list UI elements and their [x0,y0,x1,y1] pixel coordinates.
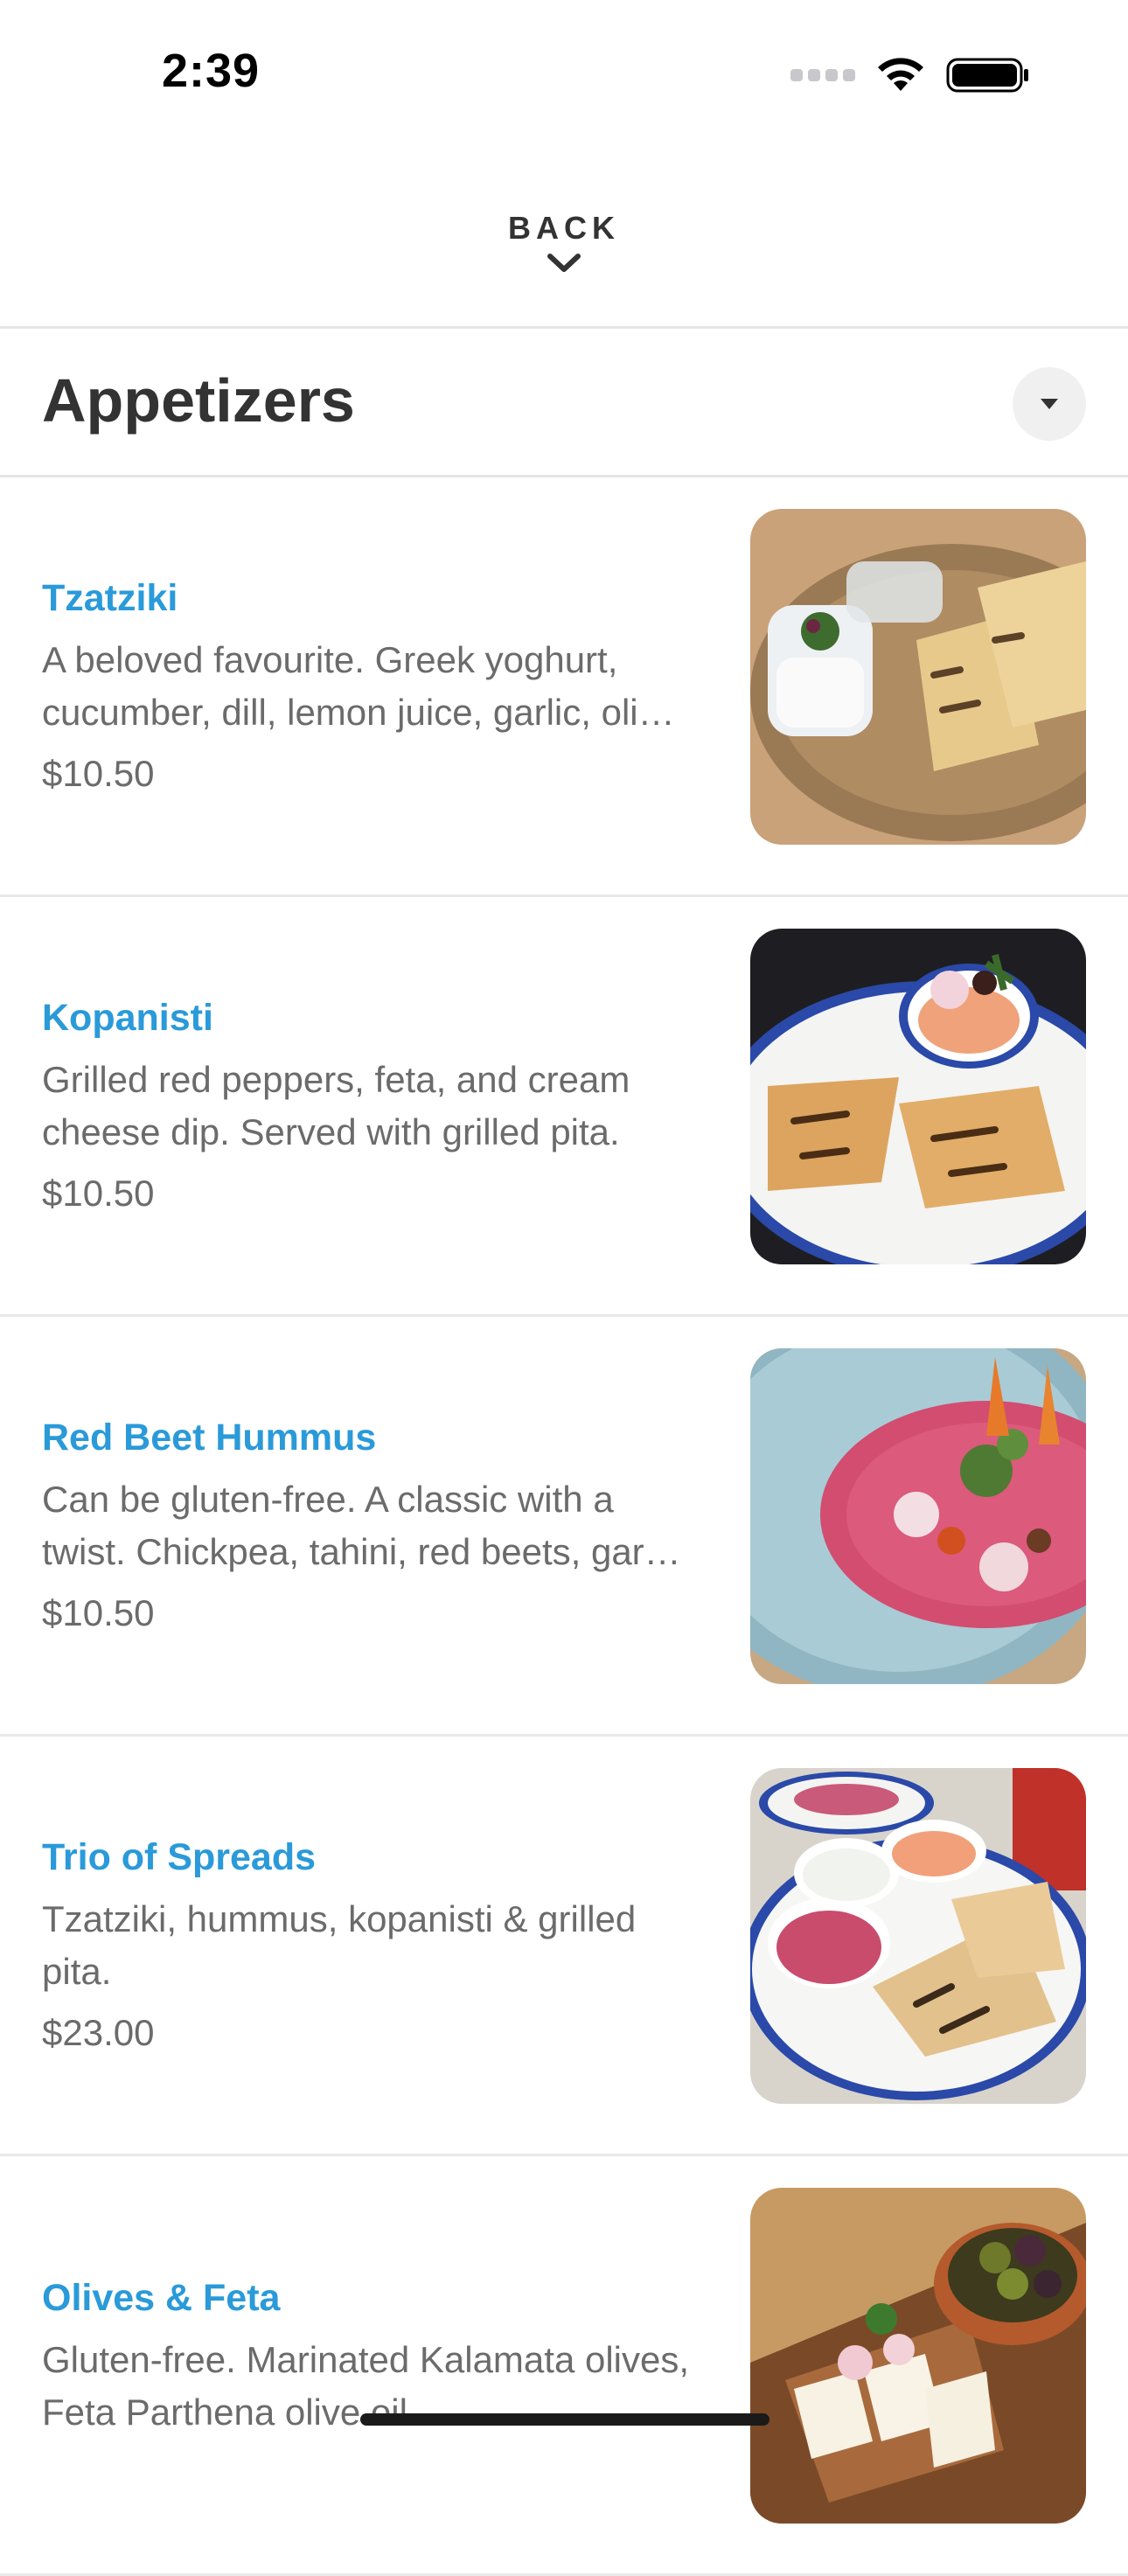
menu-item-photo[interactable] [750,1348,1086,1684]
section-header: Appetizers [0,329,1128,477]
menu-item[interactable]: Kopanisti Grilled red peppers, feta, and… [0,897,1128,1317]
home-indicator[interactable] [360,2413,769,2426]
menu-item-text: Kopanisti Grilled red peppers, feta, and… [42,897,707,1314]
menu-item-price: $10.50 [42,1173,155,1214]
status-bar: 2:39 [0,0,1128,149]
caret-down-icon [1041,399,1058,409]
menu-item-text: Trio of Spreads Tzatziki, hummus, kopani… [42,1737,707,2154]
battery-icon [946,58,1028,93]
back-button[interactable]: BACK [0,175,1128,329]
menu-item-photo[interactable] [750,929,1086,1264]
menu-item[interactable]: Trio of Spreads Tzatziki, hummus, kopani… [0,1737,1128,2156]
menu-list: Tzatziki A beloved favourite. Greek yogh… [0,477,1128,2576]
menu-item-text: Olives & Feta Gluten-free. Marinated Kal… [42,2156,707,2573]
menu-item[interactable]: Red Beet Hummus Can be gluten-free. A cl… [0,1317,1128,1737]
menu-item[interactable]: Tzatziki A beloved favourite. Greek yogh… [0,477,1128,897]
menu-item-price: $10.50 [42,753,155,794]
wifi-icon [878,58,923,91]
menu-item-photo[interactable] [750,1768,1086,2104]
menu-item-description: A beloved favourite. Greek yoghurt, cucu… [42,639,675,733]
menu-item-text: Tzatziki A beloved favourite. Greek yogh… [42,477,707,895]
menu-item-name: Red Beet Hummus [42,1417,377,1459]
menu-item-photo[interactable] [750,509,1086,845]
menu-item-description: Can be gluten-free. A classic with a twi… [42,1479,681,1572]
cellular-signal-icon [790,69,855,81]
status-time: 2:39 [162,45,261,97]
section-title: Appetizers [42,366,355,435]
menu-item-photo[interactable] [750,2188,1086,2524]
section-toggle-button[interactable] [1013,367,1086,441]
menu-item-description: Tzatziki, hummus, kopanisti & grilled pi… [42,1898,637,1992]
menu-item-name: Kopanisti [42,997,213,1039]
chevron-down-icon [547,254,581,272]
menu-item-price: $23.00 [42,2012,155,2053]
menu-item-price: $10.50 [42,1592,155,1633]
menu-item-name: Tzatziki [42,577,178,619]
back-label: BACK [508,210,620,246]
menu-item[interactable]: Olives & Feta Gluten-free. Marinated Kal… [0,2156,1128,2576]
menu-item-description: Grilled red peppers, feta, and cream che… [42,1059,630,1152]
menu-item-name: Olives & Feta [42,2277,281,2319]
menu-item-text: Red Beet Hummus Can be gluten-free. A cl… [42,1317,707,1734]
status-icons [790,54,1030,96]
menu-item-name: Trio of Spreads [42,1836,317,1878]
